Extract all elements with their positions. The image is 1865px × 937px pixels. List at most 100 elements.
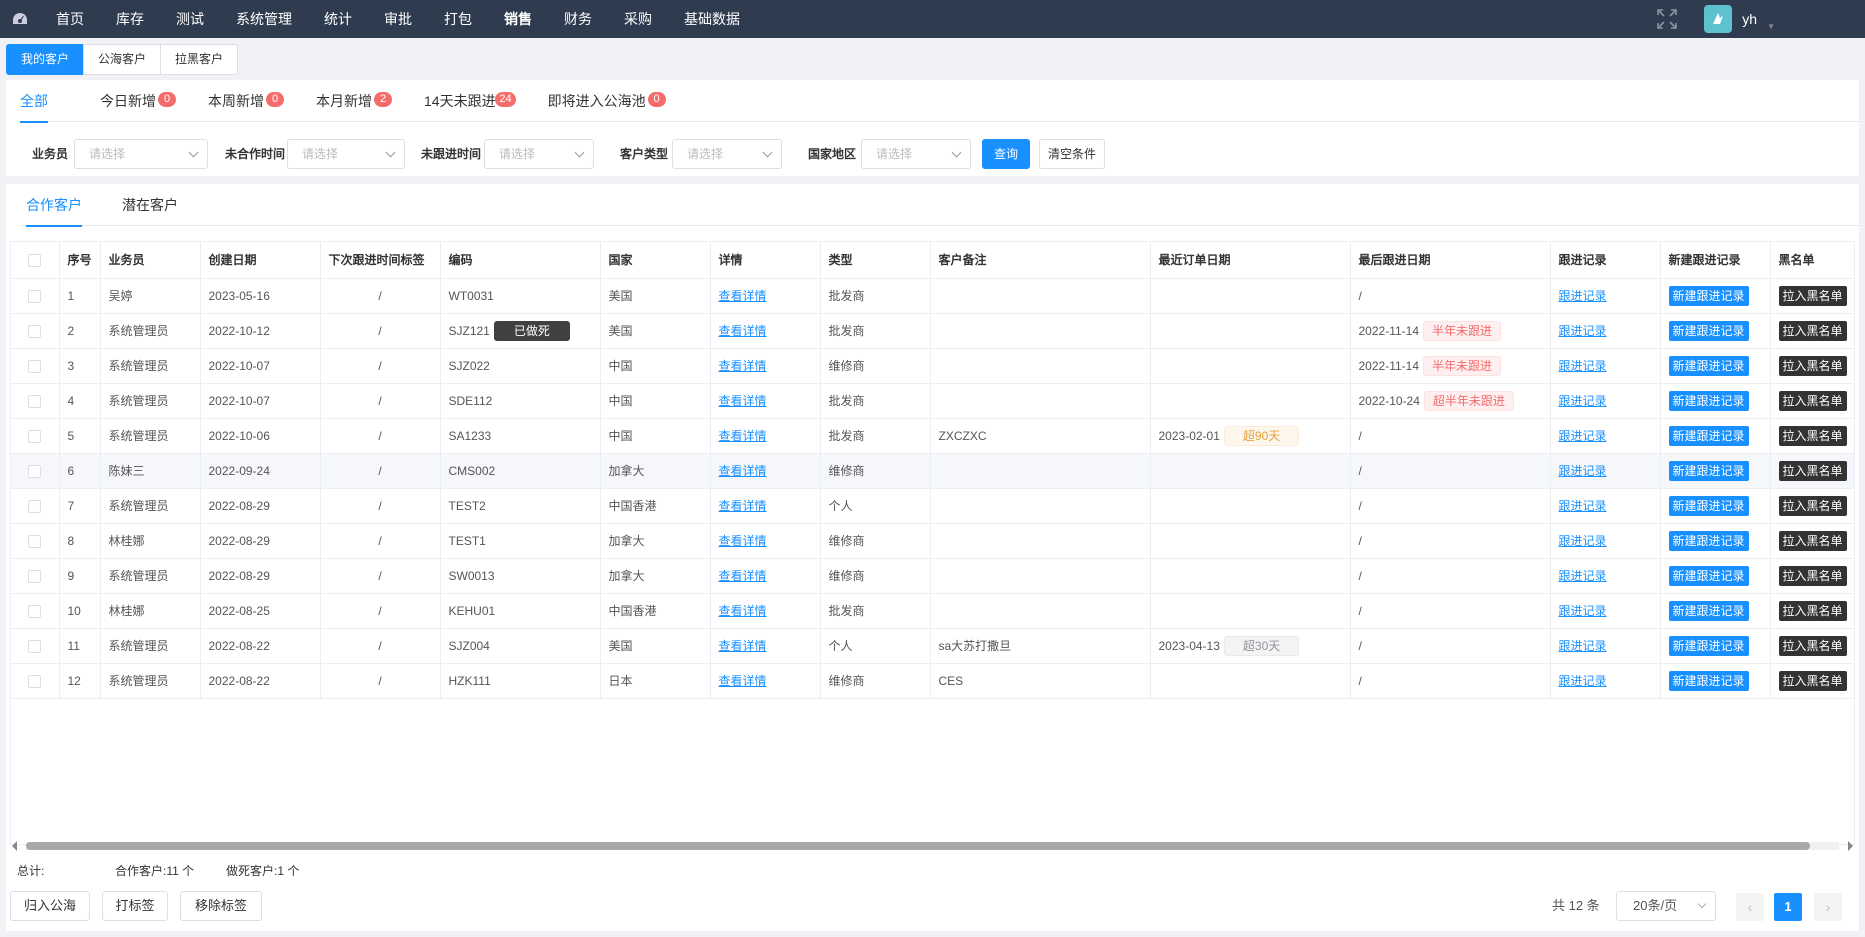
- nav-item[interactable]: 打包: [428, 0, 488, 38]
- table-row[interactable]: 3 系统管理员 2022-10-07 / SJZ022 中国 查看详情 维修商 2022-11-…: [11, 348, 1854, 384]
- query-button[interactable]: 查询: [982, 139, 1030, 169]
- select-all-checkbox-cell[interactable]: [11, 242, 60, 279]
- new-follow-record-button[interactable]: 新建跟进记录: [1668, 530, 1749, 551]
- table-row[interactable]: 5 系统管理员 2022-10-06 / SA1233 中国 查看详情 批发商 ZXCZXC 20…: [11, 418, 1854, 454]
- tab-cooperating-customers[interactable]: 合作客户: [26, 184, 82, 227]
- scroll-left-icon[interactable]: [12, 841, 17, 851]
- region-select[interactable]: 请选择: [861, 139, 971, 169]
- nav-item[interactable]: 审批: [368, 0, 428, 38]
- tab-blacklisted-customers[interactable]: 拉黑客户: [160, 44, 239, 75]
- stat-tab[interactable]: 14天未跟进 24: [424, 80, 516, 122]
- follow-record-link[interactable]: 跟进记录: [1559, 429, 1607, 443]
- row-checkbox[interactable]: [28, 324, 42, 338]
- view-detail-link[interactable]: 查看详情: [719, 499, 767, 513]
- row-checkbox[interactable]: [28, 464, 42, 478]
- stat-tab[interactable]: 全部: [20, 80, 48, 123]
- new-follow-record-button[interactable]: 新建跟进记录: [1668, 425, 1749, 446]
- tab-my-customers[interactable]: 我的客户: [6, 44, 85, 75]
- page-number-button[interactable]: 1: [1774, 893, 1802, 921]
- view-detail-link[interactable]: 查看详情: [719, 534, 767, 548]
- add-tag-button[interactable]: 打标签: [102, 891, 168, 921]
- clear-filters-button[interactable]: 清空条件: [1039, 139, 1105, 169]
- follow-record-link[interactable]: 跟进记录: [1559, 499, 1607, 513]
- add-to-blacklist-button[interactable]: 拉入黑名单: [1778, 495, 1847, 516]
- table-row[interactable]: 7 系统管理员 2022-08-29 / TEST2 中国香港 查看详情 个人 / 跟进记录 新建跟…: [11, 488, 1854, 524]
- follow-record-link[interactable]: 跟进记录: [1559, 394, 1607, 408]
- add-to-blacklist-button[interactable]: 拉入黑名单: [1778, 285, 1847, 306]
- new-follow-record-button[interactable]: 新建跟进记录: [1668, 285, 1749, 306]
- new-follow-record-button[interactable]: 新建跟进记录: [1668, 670, 1749, 691]
- add-to-blacklist-button[interactable]: 拉入黑名单: [1778, 425, 1847, 446]
- nav-item[interactable]: 统计: [308, 0, 368, 38]
- add-to-blacklist-button[interactable]: 拉入黑名单: [1778, 600, 1847, 621]
- add-to-blacklist-button[interactable]: 拉入黑名单: [1778, 565, 1847, 586]
- tab-public-customers[interactable]: 公海客户: [83, 44, 162, 75]
- avatar[interactable]: [1704, 5, 1733, 33]
- table-row[interactable]: 1 吴婷 2023-05-16 / WT0031 美国 查看详情 批发商 / 跟进记录 新建跟进记录…: [11, 278, 1854, 314]
- add-to-blacklist-button[interactable]: 拉入黑名单: [1778, 530, 1847, 551]
- next-page-button[interactable]: ›: [1814, 893, 1842, 921]
- table-row[interactable]: 8 林桂娜 2022-08-29 / TEST1 加拿大 查看详情 维修商 / 跟进记录 新建跟进记…: [11, 523, 1854, 559]
- nav-item[interactable]: 首页: [40, 0, 100, 38]
- follow-record-link[interactable]: 跟进记录: [1559, 604, 1607, 618]
- no-coop-time-select[interactable]: 请选择: [287, 139, 405, 169]
- caret-down-icon[interactable]: ▼: [1767, 22, 1775, 31]
- view-detail-link[interactable]: 查看详情: [719, 429, 767, 443]
- page-size-select[interactable]: 20条/页: [1616, 891, 1716, 921]
- username[interactable]: yh: [1742, 11, 1757, 27]
- follow-record-link[interactable]: 跟进记录: [1559, 464, 1607, 478]
- view-detail-link[interactable]: 查看详情: [719, 639, 767, 653]
- prev-page-button[interactable]: ‹: [1736, 893, 1764, 921]
- table-row[interactable]: 4 系统管理员 2022-10-07 / SDE112 中国 查看详情 批发商 2022-10-…: [11, 383, 1854, 419]
- add-to-blacklist-button[interactable]: 拉入黑名单: [1778, 460, 1847, 481]
- row-checkbox[interactable]: [28, 534, 42, 548]
- row-checkbox[interactable]: [28, 604, 42, 618]
- table-row[interactable]: 2 系统管理员 2022-10-12 / SJZ121 已做死 美国 查看详情 批发商 2022-…: [11, 313, 1854, 349]
- new-follow-record-button[interactable]: 新建跟进记录: [1668, 600, 1749, 621]
- new-follow-record-button[interactable]: 新建跟进记录: [1668, 320, 1749, 341]
- add-to-blacklist-button[interactable]: 拉入黑名单: [1778, 355, 1847, 376]
- row-checkbox[interactable]: [28, 394, 42, 408]
- nav-item[interactable]: 采购: [608, 0, 668, 38]
- view-detail-link[interactable]: 查看详情: [719, 359, 767, 373]
- view-detail-link[interactable]: 查看详情: [719, 394, 767, 408]
- follow-record-link[interactable]: 跟进记录: [1559, 359, 1607, 373]
- row-checkbox[interactable]: [28, 674, 42, 688]
- table-row[interactable]: 10 林桂娜 2022-08-25 / KEHU01 中国香港 查看详情 批发商 / 跟进记录 新建…: [11, 593, 1854, 629]
- view-detail-link[interactable]: 查看详情: [719, 674, 767, 688]
- add-to-blacklist-button[interactable]: 拉入黑名单: [1778, 320, 1847, 341]
- row-checkbox[interactable]: [28, 639, 42, 653]
- scroll-right-icon[interactable]: [1848, 841, 1853, 851]
- row-checkbox[interactable]: [28, 429, 42, 443]
- new-follow-record-button[interactable]: 新建跟进记录: [1668, 460, 1749, 481]
- nav-item[interactable]: 财务: [548, 0, 608, 38]
- new-follow-record-button[interactable]: 新建跟进记录: [1668, 635, 1749, 656]
- follow-record-link[interactable]: 跟进记录: [1559, 569, 1607, 583]
- nav-item[interactable]: 销售: [488, 0, 548, 38]
- new-follow-record-button[interactable]: 新建跟进记录: [1668, 495, 1749, 516]
- add-to-blacklist-button[interactable]: 拉入黑名单: [1778, 635, 1847, 656]
- nav-item[interactable]: 库存: [100, 0, 160, 38]
- remove-tag-button[interactable]: 移除标签: [180, 891, 262, 921]
- stat-tab[interactable]: 本周新增 0: [208, 80, 284, 122]
- new-follow-record-button[interactable]: 新建跟进记录: [1668, 355, 1749, 376]
- salesman-select[interactable]: 请选择: [74, 139, 208, 169]
- table-row[interactable]: 12 系统管理员 2022-08-22 / HZK111 日本 查看详情 维修商 CES / 跟进记…: [11, 663, 1854, 699]
- fullscreen-icon[interactable]: [1656, 8, 1678, 30]
- view-detail-link[interactable]: 查看详情: [719, 464, 767, 478]
- new-follow-record-button[interactable]: 新建跟进记录: [1668, 390, 1749, 411]
- follow-record-link[interactable]: 跟进记录: [1559, 324, 1607, 338]
- table-row[interactable]: 9 系统管理员 2022-08-29 / SW0013 加拿大 查看详情 维修商 / 跟进记录 新建…: [11, 558, 1854, 594]
- stat-tab[interactable]: 本月新增 2: [316, 80, 392, 122]
- row-checkbox[interactable]: [28, 569, 42, 583]
- customer-type-select[interactable]: 请选择: [672, 139, 782, 169]
- add-to-blacklist-button[interactable]: 拉入黑名单: [1778, 390, 1847, 411]
- stat-tab[interactable]: 即将进入公海池 0: [548, 80, 666, 122]
- view-detail-link[interactable]: 查看详情: [719, 569, 767, 583]
- table-row[interactable]: 6 陈妹三 2022-09-24 / CMS002 加拿大 查看详情 维修商 / 跟进记录 新建跟进…: [11, 453, 1854, 489]
- view-detail-link[interactable]: 查看详情: [719, 324, 767, 338]
- table-row[interactable]: 11 系统管理员 2022-08-22 / SJZ004 美国 查看详情 个人 sa大苏打撒旦 2…: [11, 628, 1854, 664]
- row-checkbox[interactable]: [28, 499, 42, 513]
- nav-item[interactable]: 测试: [160, 0, 220, 38]
- add-to-blacklist-button[interactable]: 拉入黑名单: [1778, 670, 1847, 691]
